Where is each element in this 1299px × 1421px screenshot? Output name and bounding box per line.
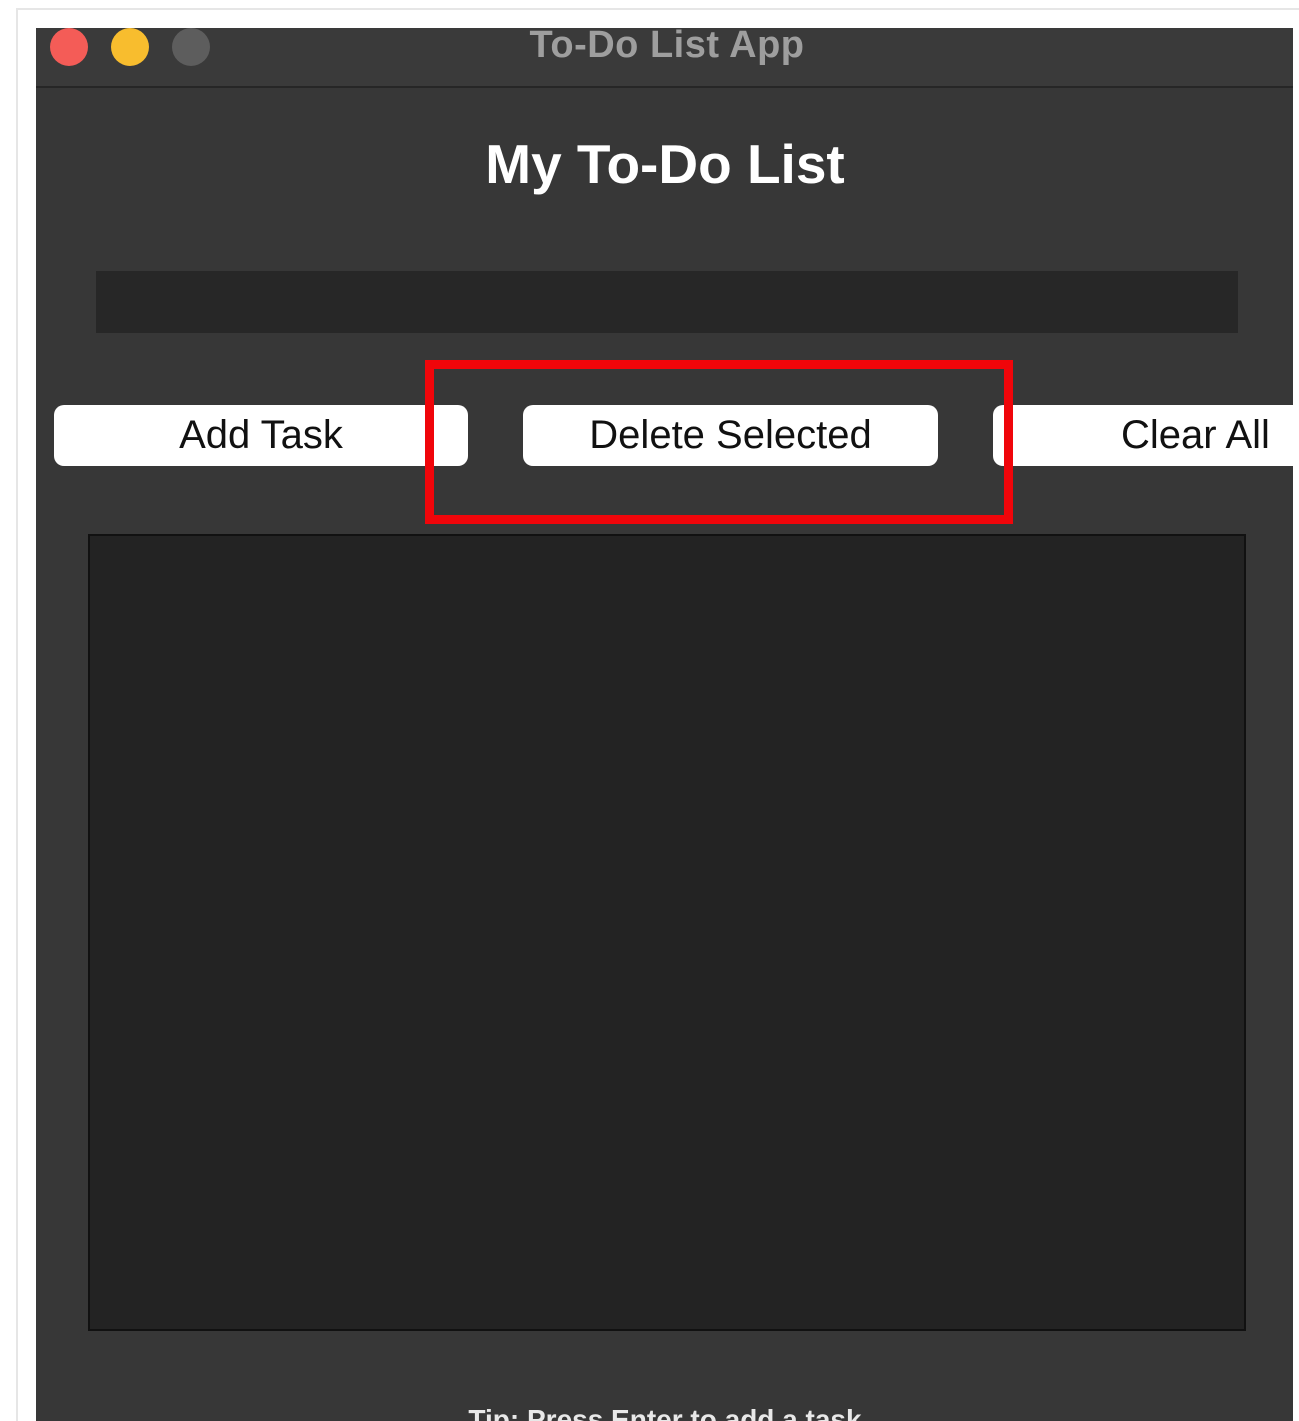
tip-text: Tip: Press Enter to add a task bbox=[468, 1404, 862, 1421]
add-task-button[interactable]: Add Task bbox=[54, 405, 468, 466]
window-title: To-Do List App bbox=[529, 28, 805, 66]
clear-all-button[interactable]: Clear All bbox=[993, 405, 1293, 466]
screenshot: To-Do List App My To-Do List Add Task De… bbox=[0, 0, 1299, 1421]
task-input[interactable] bbox=[96, 271, 1238, 333]
app-window: To-Do List App My To-Do List Add Task De… bbox=[36, 28, 1293, 1421]
highlight-box bbox=[425, 360, 1013, 524]
task-list[interactable] bbox=[88, 534, 1246, 1331]
page-title: My To-Do List bbox=[485, 133, 845, 195]
title-bar[interactable]: To-Do List App bbox=[36, 28, 1293, 88]
